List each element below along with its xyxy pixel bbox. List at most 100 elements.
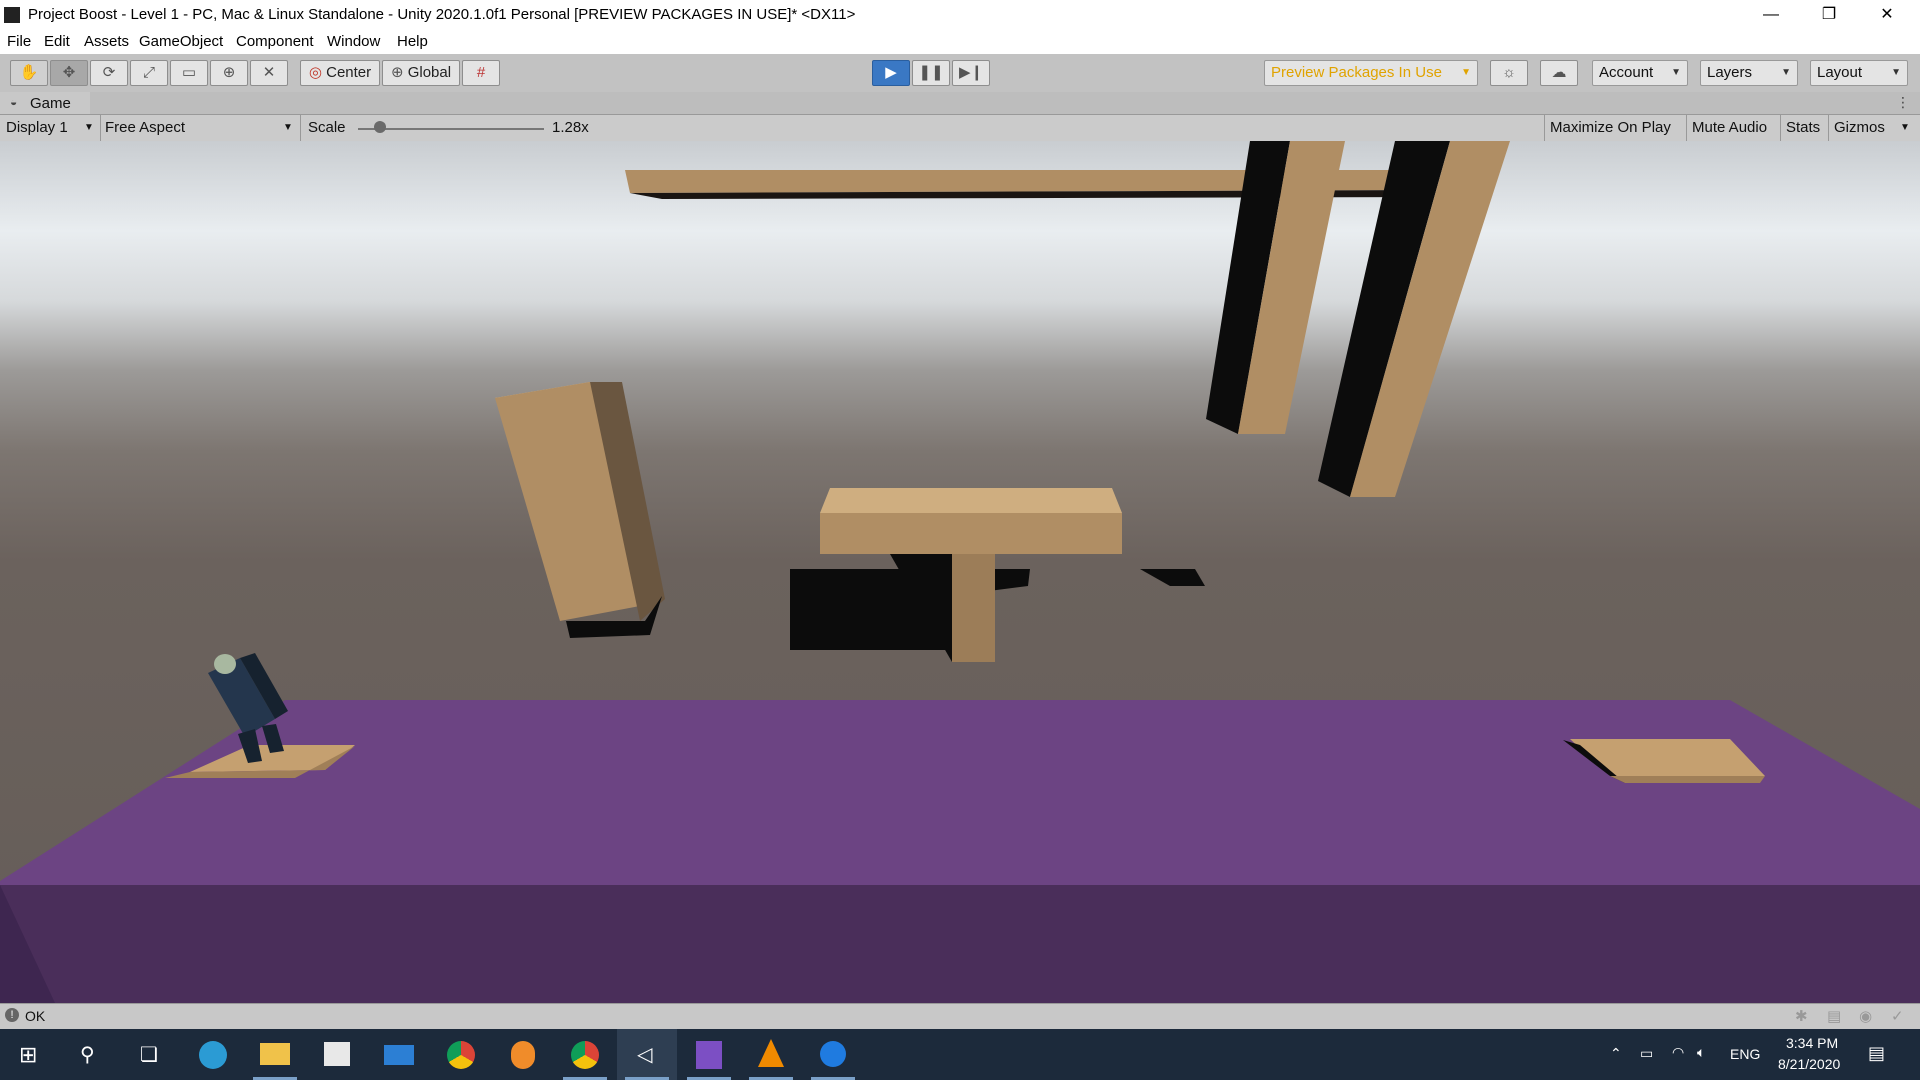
menu-bar: File Edit Assets GameObject Component Wi…	[0, 30, 1920, 54]
chevron-down-icon: ▼	[1461, 67, 1471, 78]
rect-tool-button[interactable]: ▭	[170, 60, 208, 86]
scale-slider-track[interactable]	[358, 128, 544, 130]
vlc-button[interactable]	[741, 1029, 801, 1080]
account-dropdown[interactable]: Account ▼	[1592, 60, 1688, 86]
t-top-face	[820, 488, 1122, 513]
grid-snap-button[interactable]: #	[462, 60, 500, 86]
scale-tool-button[interactable]: ⤢	[130, 60, 168, 86]
edge-button[interactable]	[183, 1029, 243, 1080]
globe-icon: ⊕	[390, 64, 404, 81]
maximize-on-play-toggle[interactable]: Maximize On Play	[1550, 117, 1671, 139]
search-button[interactable]: ⚲	[60, 1029, 120, 1080]
database-icon[interactable]: ▤	[1827, 1007, 1841, 1025]
fl-studio-button[interactable]	[493, 1029, 553, 1080]
bug-icon[interactable]: ✱	[1795, 1007, 1808, 1025]
step-button[interactable]: ▶❙	[952, 60, 990, 86]
chevron-down-icon: ▼	[283, 122, 293, 133]
divider	[1780, 115, 1781, 141]
fl-studio-icon	[511, 1041, 535, 1069]
minimize-button[interactable]: —	[1742, 0, 1800, 30]
menu-window[interactable]: Window	[327, 33, 380, 50]
stats-toggle[interactable]: Stats	[1786, 117, 1820, 139]
center-label: Center	[326, 64, 372, 81]
layout-dropdown[interactable]: Layout ▼	[1810, 60, 1908, 86]
divider	[1686, 115, 1687, 141]
volume-icon[interactable]: 🔈︎	[1697, 1044, 1705, 1061]
rotate-tool-button[interactable]: ⟳	[90, 60, 128, 86]
pause-button[interactable]: ❚❚	[912, 60, 950, 86]
mail-button[interactable]	[369, 1029, 429, 1080]
display-dropdown[interactable]: Display 1 ▼	[6, 117, 96, 139]
move-icon: ✥	[62, 64, 76, 81]
pivot-icon: ◎	[308, 64, 322, 81]
mute-audio-toggle[interactable]: Mute Audio	[1692, 117, 1767, 139]
cloud-icon: ☁	[1551, 64, 1567, 81]
check-icon[interactable]: ✓	[1891, 1007, 1904, 1025]
visual-studio-icon	[696, 1041, 722, 1069]
tab-menu-icon[interactable]: ⋮	[1896, 94, 1910, 111]
wifi-icon[interactable]: ◠	[1672, 1044, 1684, 1061]
cloud-button[interactable]: ☁	[1540, 60, 1578, 86]
gamepad-icon: ◒	[10, 95, 18, 109]
gizmos-toggle[interactable]: Gizmos	[1834, 117, 1885, 139]
chevron-down-icon: ▼	[1671, 67, 1681, 78]
notification-icon[interactable]: ▤	[1868, 1043, 1885, 1064]
custom-tool-button[interactable]: ✕	[250, 60, 288, 86]
menu-file[interactable]: File	[7, 33, 31, 50]
grid-icon: #	[476, 64, 486, 81]
hand-tool-button[interactable]: ✋	[10, 60, 48, 86]
visual-studio-button[interactable]	[679, 1029, 739, 1080]
task-view-button[interactable]: ❏	[120, 1029, 180, 1080]
game-tab-label: Game	[30, 95, 71, 112]
rotate-icon: ⟳	[102, 64, 116, 81]
collab-button[interactable]: ☼	[1490, 60, 1528, 86]
move-tool-button[interactable]: ✥	[50, 60, 88, 86]
start-button[interactable]: ⊞	[0, 1029, 60, 1080]
clock-time[interactable]: 3:34 PM	[1786, 1035, 1838, 1051]
menu-gameobject[interactable]: GameObject	[139, 33, 223, 50]
chrome-alt-button[interactable]	[555, 1029, 615, 1080]
t-stem	[952, 554, 995, 662]
clock-date[interactable]: 8/21/2020	[1778, 1056, 1840, 1072]
layout-label: Layout	[1817, 64, 1863, 81]
game-view-controls: Display 1 ▼ Free Aspect ▼ Scale 1.28x Ma…	[0, 115, 1920, 142]
language-indicator[interactable]: ENG	[1730, 1046, 1760, 1062]
scale-slider-thumb[interactable]	[374, 121, 387, 133]
play-button[interactable]: ▶	[872, 60, 910, 86]
global-button[interactable]: ⊕ Global	[382, 60, 460, 86]
chevron-down-icon[interactable]: ▼	[1900, 117, 1910, 139]
step-icon: ▶❙	[958, 64, 984, 81]
divider	[1544, 115, 1545, 141]
file-explorer-button[interactable]	[245, 1029, 305, 1080]
chrome-button[interactable]	[431, 1029, 491, 1080]
debug-icon[interactable]: ◉	[1859, 1007, 1872, 1025]
battery-icon[interactable]: ▭	[1640, 1045, 1653, 1062]
menu-edit[interactable]: Edit	[44, 33, 70, 50]
game-viewport[interactable]	[0, 141, 1920, 1003]
preview-packages-dropdown[interactable]: Preview Packages In Use ▼	[1264, 60, 1478, 86]
window-title: Project Boost - Level 1 - PC, Mac & Linu…	[28, 6, 856, 23]
chrome-alt-icon	[571, 1041, 599, 1069]
close-button[interactable]: ✕	[1858, 0, 1916, 30]
scene-render	[0, 141, 1920, 1003]
aspect-dropdown[interactable]: Free Aspect ▼	[105, 117, 295, 139]
store-button[interactable]	[307, 1029, 367, 1080]
layers-label: Layers	[1707, 64, 1753, 81]
chrome-icon	[447, 1041, 475, 1069]
transform-tool-button[interactable]: ⊕	[210, 60, 248, 86]
maps-button[interactable]	[803, 1029, 863, 1080]
pivot-center-button[interactable]: ◎ Center	[300, 60, 380, 86]
unity-button[interactable]: ◁	[617, 1029, 677, 1080]
chevron-down-icon: ▼	[84, 122, 94, 133]
chevron-down-icon: ▼	[1891, 67, 1901, 78]
menu-help[interactable]: Help	[397, 33, 428, 50]
chevron-up-icon[interactable]: ⌃	[1610, 1045, 1622, 1062]
menu-assets[interactable]: Assets	[84, 33, 129, 50]
menu-component[interactable]: Component	[236, 33, 314, 50]
restore-button[interactable]: ❐	[1800, 0, 1858, 30]
mail-icon	[384, 1045, 414, 1065]
layers-dropdown[interactable]: Layers ▼	[1700, 60, 1798, 86]
tab-game[interactable]: ◒ Game	[0, 92, 90, 114]
main-toolbar: ✋ ✥ ⟳ ⤢ ▭ ⊕ ✕ ◎ Center ⊕ Global # ▶ ❚❚ ▶…	[0, 54, 1920, 93]
scale-label: Scale	[308, 119, 346, 136]
